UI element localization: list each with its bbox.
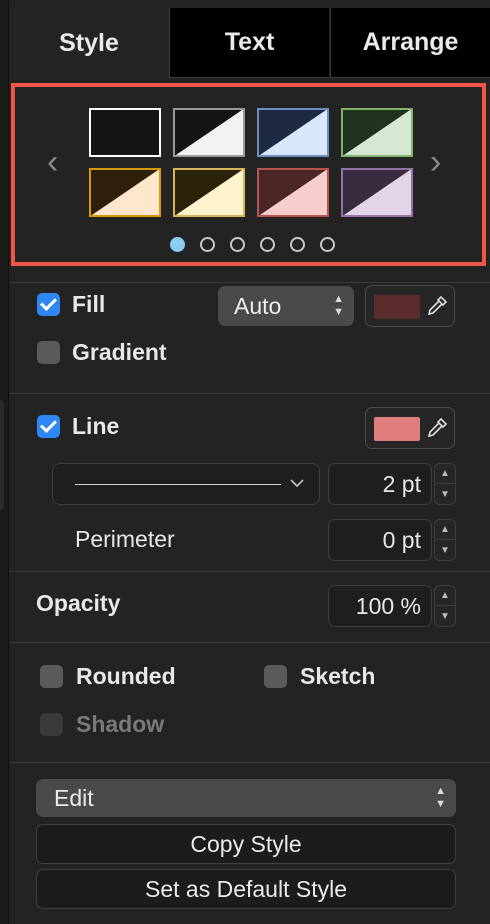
tab-style-label: Style: [59, 28, 119, 57]
rounded-label: Rounded: [76, 663, 176, 689]
opacity-label: Opacity: [36, 590, 121, 616]
style-swatch[interactable]: [89, 108, 161, 157]
pager-dot[interactable]: [260, 237, 275, 252]
shadow-checkbox[interactable]: [40, 713, 63, 736]
left-gutter: [0, 0, 9, 924]
pager-dot[interactable]: [320, 237, 335, 252]
rounded-checkbox[interactable]: [40, 665, 63, 688]
line-color-well[interactable]: [365, 407, 455, 449]
shadow-label: Shadow: [76, 711, 165, 737]
chevron-right-icon[interactable]: ›: [430, 145, 441, 179]
opacity-stepper[interactable]: ▲ ▼: [434, 585, 456, 627]
stepper-up-icon[interactable]: ▲: [435, 464, 455, 484]
style-swatch[interactable]: [173, 168, 245, 217]
fill-checkbox[interactable]: [37, 293, 60, 316]
divider: [9, 393, 490, 394]
pager-dot[interactable]: [170, 237, 185, 252]
pager-dot[interactable]: [200, 237, 215, 252]
format-panel: Style Text Arrange ‹ › Fill Auto ▲ ▼ Grad…: [0, 0, 490, 924]
divider: [9, 282, 490, 283]
edit-select[interactable]: Edit ▲ ▼: [36, 779, 456, 817]
pager-dot[interactable]: [230, 237, 245, 252]
line-color-swatch: [374, 417, 420, 441]
resize-handle[interactable]: [0, 400, 4, 510]
divider: [9, 642, 490, 643]
tab-arrange[interactable]: Arrange: [330, 8, 490, 78]
style-swatch[interactable]: [89, 168, 161, 217]
style-swatch[interactable]: [257, 108, 329, 157]
gradient-checkbox[interactable]: [37, 341, 60, 364]
style-swatch[interactable]: [341, 168, 413, 217]
stepper-up-icon[interactable]: ▲: [435, 520, 455, 540]
stepper-down-icon[interactable]: ▼: [435, 606, 455, 626]
divider: [9, 571, 490, 572]
perimeter-label: Perimeter: [75, 526, 175, 552]
perimeter-field[interactable]: 0 pt: [328, 519, 432, 561]
updown-arrows-icon: ▲ ▼: [333, 293, 344, 318]
pager-dot[interactable]: [290, 237, 305, 252]
tab-style[interactable]: Style: [9, 8, 169, 78]
line-width-field[interactable]: 2 pt: [328, 463, 432, 505]
line-checkbox[interactable]: [37, 415, 60, 438]
chevron-left-icon[interactable]: ‹: [47, 145, 58, 179]
line-pattern-select[interactable]: [52, 463, 320, 505]
stepper-down-icon[interactable]: ▼: [435, 540, 455, 560]
tab-arrange-label: Arrange: [362, 28, 459, 56]
fill-color-swatch: [374, 295, 420, 319]
tab-bar: Style Text Arrange: [9, 8, 490, 78]
solid-line-preview: [75, 484, 281, 485]
stepper-down-icon[interactable]: ▼: [435, 484, 455, 504]
copy-style-button[interactable]: Copy Style: [36, 824, 456, 864]
copy-style-label: Copy Style: [190, 830, 302, 857]
gradient-label: Gradient: [72, 339, 167, 365]
updown-arrows-icon: ▲ ▼: [435, 785, 446, 810]
fill-label: Fill: [72, 291, 106, 317]
stepper-up-icon[interactable]: ▲: [435, 586, 455, 606]
eyedropper-icon[interactable]: [425, 416, 449, 440]
style-swatch[interactable]: [257, 168, 329, 217]
fill-color-well[interactable]: [365, 285, 455, 327]
edit-select-label: Edit: [54, 784, 94, 811]
tab-text-label: Text: [224, 28, 275, 56]
opacity-field[interactable]: 100 %: [328, 585, 432, 627]
line-label: Line: [72, 413, 120, 439]
eyedropper-icon[interactable]: [425, 294, 449, 318]
set-default-style-label: Set as Default Style: [145, 875, 347, 902]
sketch-label: Sketch: [300, 663, 376, 689]
tab-text[interactable]: Text: [169, 8, 329, 78]
line-width-stepper[interactable]: ▲ ▼: [434, 463, 456, 505]
style-swatch[interactable]: [173, 108, 245, 157]
fill-mode-value: Auto: [234, 292, 282, 319]
fill-mode-select[interactable]: Auto ▲ ▼: [218, 286, 354, 326]
sketch-checkbox[interactable]: [264, 665, 287, 688]
swatch-pager: [15, 237, 482, 257]
style-swatch[interactable]: [341, 108, 413, 157]
set-default-style-button[interactable]: Set as Default Style: [36, 869, 456, 909]
divider: [9, 762, 490, 763]
perimeter-stepper[interactable]: ▲ ▼: [434, 519, 456, 561]
chevron-down-icon: [290, 479, 304, 488]
style-swatch-area: ‹ ›: [11, 83, 486, 266]
